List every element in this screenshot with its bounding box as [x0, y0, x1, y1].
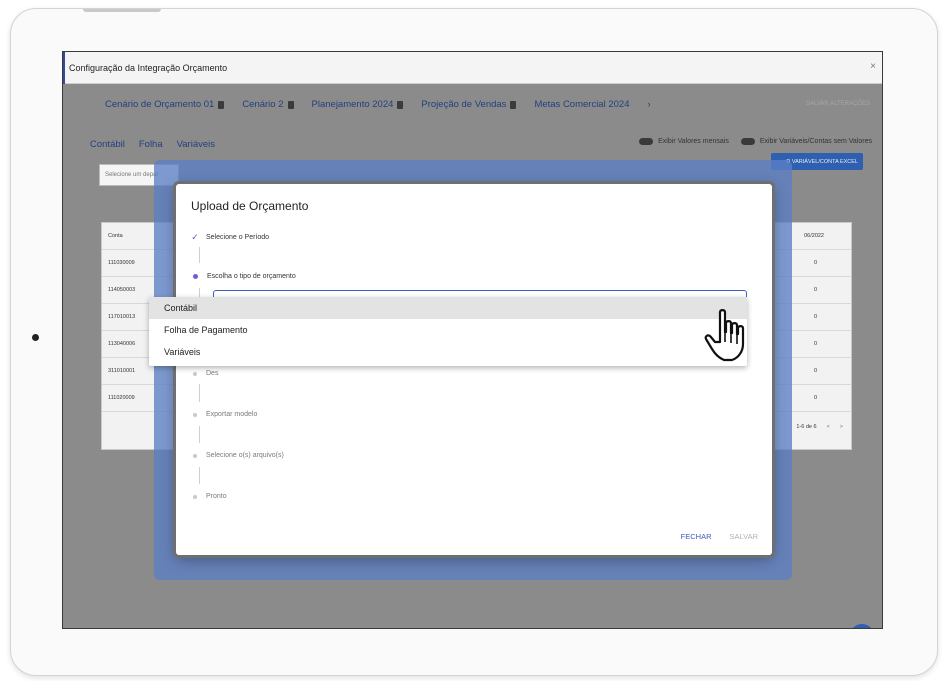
- option-contabil[interactable]: Contábil: [149, 297, 747, 319]
- account-cell: 114050003: [108, 287, 136, 293]
- step-done[interactable]: Pronto: [191, 493, 227, 500]
- step-label: Selecione o Período: [206, 234, 270, 241]
- step-label: Escolha o tipo de orçamento: [207, 273, 296, 280]
- chevron-right-icon[interactable]: ›: [647, 99, 650, 110]
- trash-icon[interactable]: [397, 100, 404, 109]
- account-cell: 111020009: [108, 395, 135, 401]
- toggle-label: Exibir Variáveis/Contas sem Valores: [759, 138, 872, 145]
- close-icon[interactable]: ×: [870, 61, 876, 72]
- step-export-template[interactable]: Exportar modelo: [191, 411, 257, 418]
- hand-cursor-icon: [704, 309, 745, 362]
- step-label: Des: [206, 370, 219, 377]
- step-dot: [193, 494, 197, 499]
- check-icon: ✓: [191, 232, 199, 242]
- trash-icon[interactable]: [218, 100, 225, 109]
- step-dot: [193, 412, 197, 417]
- value-cell: 0: [813, 341, 817, 347]
- step-dot: [193, 371, 197, 376]
- scenario-tabs: Cenário de Orçamento 01 Cenário 2 Planej…: [105, 99, 650, 110]
- titlebar-accent: [63, 52, 65, 84]
- value-cell: 0: [813, 260, 817, 266]
- chevron-left-icon[interactable]: <: [827, 424, 830, 430]
- tab-label: Cenário de Orçamento 01: [105, 99, 215, 110]
- pagination: 1-6 de 6 < >: [796, 424, 843, 430]
- save-button[interactable]: SALVAR: [730, 532, 758, 541]
- step-active-dot: [193, 274, 198, 279]
- step-select-period[interactable]: ✓ Selecione o Período: [191, 232, 269, 243]
- trash-icon[interactable]: [510, 100, 517, 109]
- close-button[interactable]: FECHAR: [681, 532, 712, 541]
- step-connector: [199, 384, 200, 402]
- sub-tabs: Contábil Folha Variáveis: [90, 139, 215, 150]
- account-cell: 111030009: [108, 260, 135, 266]
- pagination-label: 1-6 de 6: [796, 424, 817, 430]
- budget-type-dropdown: Contábil Folha de Pagamento Variáveis: [149, 297, 747, 366]
- step-label: Exportar modelo: [206, 411, 258, 418]
- subtab-contabil[interactable]: Contábil: [90, 139, 125, 150]
- step-dot: [193, 453, 197, 458]
- chevron-right-icon[interactable]: >: [840, 424, 843, 430]
- value-cell: 0: [813, 314, 817, 320]
- tab-label: Metas Comercial 2024: [534, 99, 630, 110]
- subtab-variaveis[interactable]: Variáveis: [177, 139, 215, 150]
- option-folha-de-pagamento[interactable]: Folha de Pagamento: [149, 319, 747, 341]
- dialog-title: Upload de Orçamento: [191, 199, 309, 213]
- window-title: Configuração da Integração Orçamento: [69, 63, 228, 73]
- window-titlebar: Configuração da Integração Orçamento ×: [63, 52, 882, 84]
- tab-scenario-5[interactable]: Metas Comercial 2024: [534, 99, 629, 110]
- toggle-icon[interactable]: [639, 138, 654, 145]
- column-header-period: 06/2022: [804, 233, 824, 239]
- step-connector: [199, 426, 200, 443]
- account-cell: 311010001: [108, 368, 136, 374]
- toggle-label: Exibir Valores mensais: [658, 138, 729, 145]
- upload-budget-dialog: Upload de Orçamento ✓ Selecione o Períod…: [176, 184, 772, 555]
- account-cell: 113040006: [108, 341, 136, 347]
- step-choose-budget-type[interactable]: Escolha o tipo de orçamento: [191, 273, 296, 280]
- step-download[interactable]: Des: [191, 370, 218, 377]
- tab-scenario-3[interactable]: Planejamento 2024: [312, 99, 404, 110]
- toggle-monthly-values[interactable]: Exibir Valores mensais: [639, 138, 729, 145]
- tab-label: Planejamento 2024: [311, 99, 394, 110]
- toggle-empty-variables[interactable]: Exibir Variáveis/Contas sem Valores: [740, 138, 872, 145]
- toggle-icon[interactable]: [740, 138, 755, 145]
- trash-icon[interactable]: [287, 100, 294, 109]
- value-cell: 0: [813, 287, 817, 293]
- step-label: Pronto: [206, 493, 227, 500]
- value-cell: 0: [813, 395, 817, 401]
- chat-button[interactable]: [850, 624, 874, 628]
- subtab-folha[interactable]: Folha: [139, 139, 163, 150]
- tab-label: Projeção de Vendas: [421, 99, 507, 110]
- tab-label: Cenário 2: [242, 99, 284, 110]
- save-changes-button[interactable]: SALVAR ALTERAÇÕES: [806, 101, 870, 107]
- column-header-account: Conta: [108, 233, 123, 239]
- toggle-row: Exibir Valores mensais Exibir Variáveis/…: [639, 138, 872, 145]
- step-label: Selecione o(s) arquivo(s): [206, 452, 284, 459]
- account-cell: 117010013: [108, 314, 136, 320]
- step-connector: [199, 467, 200, 484]
- step-select-files[interactable]: Selecione o(s) arquivo(s): [191, 452, 284, 459]
- tab-scenario-2[interactable]: Cenário 2: [242, 99, 294, 110]
- step-connector: [199, 247, 200, 263]
- dialog-actions: FECHAR SALVAR: [681, 532, 758, 541]
- tab-scenario-1[interactable]: Cenário de Orçamento 01: [105, 99, 225, 110]
- value-cell: 0: [813, 368, 817, 374]
- option-variaveis[interactable]: Variáveis: [149, 341, 747, 363]
- tablet-notch: [83, 9, 161, 12]
- tablet-camera: [32, 334, 39, 341]
- tab-scenario-4[interactable]: Projeção de Vendas: [421, 99, 517, 110]
